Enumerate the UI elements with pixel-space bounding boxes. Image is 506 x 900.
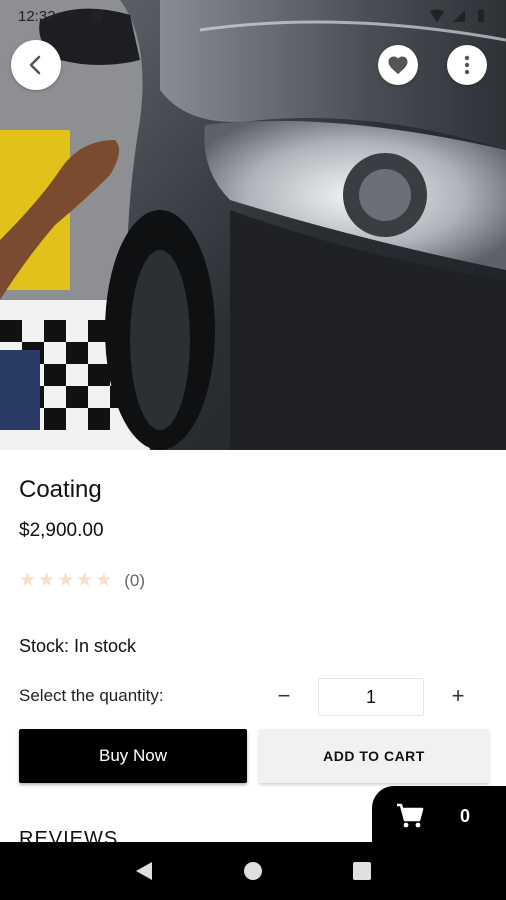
cart-button[interactable]: 0 bbox=[372, 786, 506, 846]
square-recents-icon[interactable] bbox=[352, 861, 372, 881]
stock-status: Stock: In stock bbox=[19, 636, 137, 656]
rating-count: (0) bbox=[124, 571, 146, 590]
heart-icon bbox=[388, 56, 408, 75]
cart-count: 0 bbox=[459, 805, 470, 826]
quantity-input[interactable] bbox=[318, 678, 424, 716]
triangle-back-icon[interactable] bbox=[134, 860, 154, 882]
product-image bbox=[0, 0, 506, 450]
system-nav-bar bbox=[0, 842, 506, 900]
favorite-button[interactable] bbox=[378, 45, 418, 85]
quantity-increase-button[interactable]: + bbox=[444, 681, 472, 711]
product-title: Coating bbox=[19, 476, 102, 503]
more-options-button[interactable] bbox=[447, 45, 487, 85]
quantity-decrease-button[interactable]: − bbox=[270, 681, 298, 711]
battery-icon bbox=[478, 9, 484, 22]
status-bar: 12:32 bbox=[0, 0, 506, 32]
star-icon: ★ bbox=[76, 570, 94, 591]
star-icon: ★ bbox=[38, 570, 56, 591]
more-vertical-icon bbox=[464, 55, 470, 75]
star-icon: ★ bbox=[57, 570, 75, 591]
signal-icon bbox=[453, 10, 465, 22]
quantity-label: Select the quantity: bbox=[19, 686, 164, 705]
product-price: $2,900.00 bbox=[19, 520, 104, 541]
circle-home-icon[interactable] bbox=[243, 861, 263, 881]
car-photo bbox=[0, 0, 506, 450]
buy-now-button[interactable]: Buy Now bbox=[19, 729, 247, 783]
star-icon: ★ bbox=[19, 570, 37, 591]
add-to-cart-button[interactable]: ADD TO CART bbox=[259, 729, 489, 783]
chevron-left-icon bbox=[29, 55, 41, 75]
shopping-cart-icon bbox=[397, 803, 424, 828]
back-button[interactable] bbox=[11, 40, 61, 90]
product-rating: ★ ★ ★ ★ ★ (0) bbox=[19, 570, 145, 592]
star-icon: ★ bbox=[95, 570, 113, 591]
sd-card-icon bbox=[92, 10, 102, 22]
settings-icon bbox=[67, 10, 78, 22]
status-time: 12:32 bbox=[18, 7, 56, 25]
wifi-icon bbox=[430, 9, 444, 22]
